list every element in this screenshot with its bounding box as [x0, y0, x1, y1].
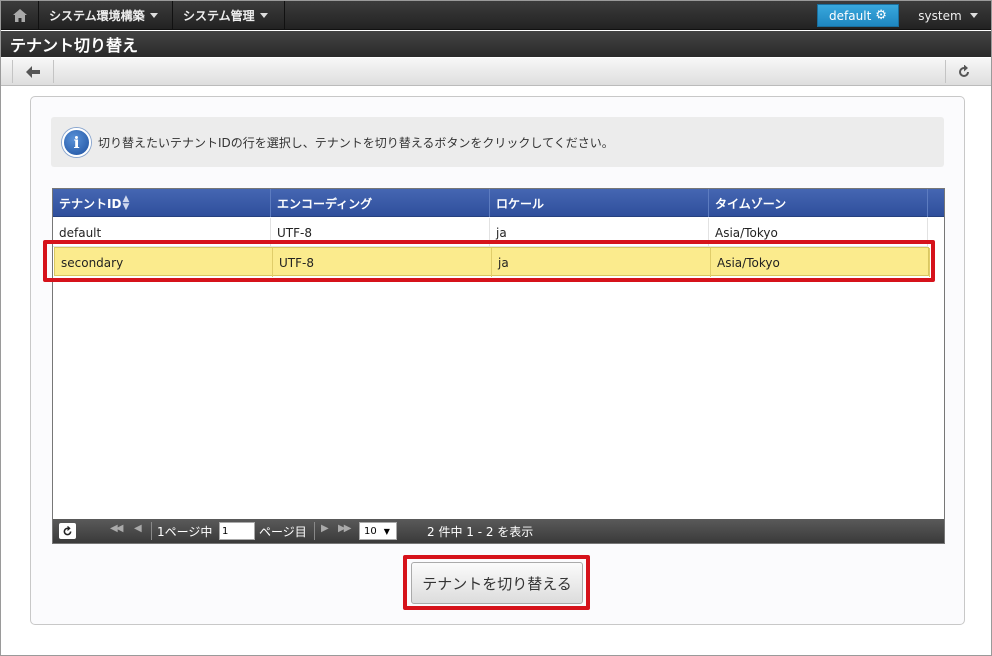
arrow-left-icon: [26, 65, 40, 78]
highlight-switch-button: [403, 555, 590, 610]
menu-system-setup[interactable]: システム環境構築: [39, 1, 173, 30]
column-header-label: テナントID: [59, 196, 122, 211]
info-icon: i: [62, 127, 91, 157]
pager-divider: [151, 522, 152, 540]
user-menu[interactable]: system: [905, 1, 991, 30]
tenant-label: default: [829, 8, 872, 23]
refresh-icon: [958, 64, 969, 77]
last-page-icon[interactable]: ▶▶: [338, 523, 351, 534]
gear-icon: ⚙: [875, 8, 887, 23]
home-icon: [12, 9, 27, 22]
pager-refresh-button[interactable]: [59, 523, 76, 539]
page-size-select[interactable]: 10 ▼: [359, 522, 397, 540]
menu-system-admin[interactable]: システム管理: [173, 1, 285, 30]
page-title: テナント切り替え: [1, 31, 991, 57]
page-prefix-label: 1ページ中: [157, 525, 213, 539]
page-size-value: 10: [364, 525, 377, 537]
chevron-down-icon: [969, 13, 978, 18]
pager-divider: [314, 522, 315, 540]
column-header-tenant-id[interactable]: テナントID ▲ ▼: [53, 189, 271, 217]
first-page-icon[interactable]: ◀◀: [110, 523, 123, 534]
menu-system-admin-label: システム管理: [183, 9, 255, 23]
refresh-button[interactable]: [945, 60, 981, 83]
next-page-icon[interactable]: ▶: [321, 523, 329, 534]
pager-summary: 2 件中 1 - 2 を表示: [427, 525, 534, 539]
info-message-box: i 切り替えたいテナントIDの行を選択し、テナントを切り替えるボタンをクリックし…: [51, 117, 944, 167]
main-panel: i 切り替えたいテナントIDの行を選択し、テナントを切り替えるボタンをクリックし…: [30, 96, 965, 625]
chevron-down-icon: [259, 13, 268, 18]
column-header-locale[interactable]: ロケール: [490, 189, 709, 217]
sort-icon: ▲ ▼: [122, 194, 130, 212]
info-message: 切り替えたいテナントIDの行を選択し、テナントを切り替えるボタンをクリックしてく…: [98, 135, 614, 150]
prev-page-icon[interactable]: ◀: [134, 523, 142, 534]
grid-pager: ◀◀ ◀ 1ページ中 ページ目 ▶ ▶▶ 10 ▼ 2 件中 1 - 2 を表示: [53, 519, 944, 543]
page-number-input[interactable]: [219, 522, 255, 540]
column-header-encoding[interactable]: エンコーディング: [271, 189, 490, 217]
grid-header: テナントID ▲ ▼ エンコーディング ロケール タイムゾーン: [53, 189, 944, 217]
column-header-timezone[interactable]: タイムゾーン: [709, 189, 928, 217]
refresh-icon: [63, 525, 72, 535]
chevron-down-icon: [149, 13, 158, 18]
menu-system-setup-label: システム環境構築: [49, 9, 145, 23]
back-button[interactable]: [12, 60, 54, 83]
toolbar: [1, 58, 991, 86]
user-label: system: [918, 8, 962, 23]
highlight-selected-row: [43, 240, 935, 282]
tenant-button[interactable]: default ⚙: [817, 4, 899, 27]
chevron-down-icon: ▼: [383, 526, 390, 536]
page-suffix-label: ページ目: [259, 525, 307, 539]
top-nav: システム環境構築 システム管理 default ⚙ system: [1, 1, 991, 30]
home-button[interactable]: [1, 1, 39, 30]
